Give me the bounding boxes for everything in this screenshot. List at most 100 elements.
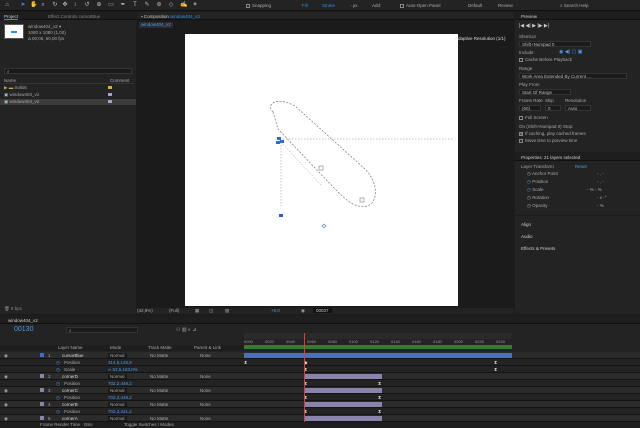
label-color-swatch[interactable] [40,416,44,420]
search-help[interactable]: ⌕ Search Help [560,3,589,8]
prop-value[interactable]: - % - % [587,187,602,192]
snapshot-icon[interactable]: ◉ [301,308,305,314]
timeline-timecode[interactable]: 00130 [14,326,33,333]
align-panel-tab[interactable]: Align [521,222,531,228]
property-value[interactable]: ∞ 53,5,153,0% [108,367,138,372]
move-time-checkbox[interactable]: Move time to preview time [519,138,577,144]
eraser-tool-icon[interactable]: ◇ [168,2,174,8]
hand-tool-icon[interactable]: ✋ [30,2,37,8]
exposure-value[interactable]: +0,0 [271,308,280,313]
label-color-swatch[interactable] [40,402,44,406]
prop-value[interactable]: - x -° [597,195,607,200]
play-from-select[interactable]: Start Of Range [519,89,571,95]
graph-editor-icon[interactable]: ⊿ [192,327,196,333]
track-matte-select[interactable]: No Matte [150,416,168,421]
zoom-dropdown[interactable]: (42,8%) [137,308,153,313]
blend-mode-select[interactable]: Normal [108,416,127,421]
quality-dropdown[interactable]: (Full) [169,308,179,313]
property-value[interactable]: 314,5,146,8 [108,360,132,365]
current-time-indicator[interactable] [304,333,305,422]
current-time-display[interactable]: 00037 [313,308,332,313]
trash-icon[interactable]: 🗑 [4,306,11,311]
track-matte-select[interactable]: No Matte [150,402,168,407]
col-layer-name[interactable]: Layer Name [58,345,83,350]
keyframe-icon[interactable]: ⧗ [378,409,381,414]
type-tool-icon[interactable]: T [132,2,138,8]
timeline-layer-row[interactable]: ◉ 2 cornerD Normal No Matte None [0,373,640,380]
transparency-icon[interactable]: ▧ [225,308,229,314]
layer-name[interactable]: cornerD [62,374,78,379]
blend-mode-select[interactable]: Normal [108,388,127,393]
cache-checkbox[interactable]: Cache Before Playback [519,57,572,63]
keyframe-icon[interactable]: ⧗ [244,360,247,365]
layer-search-input[interactable]: ⌕ [66,327,138,333]
snapping-toggle[interactable]: Snapping [246,3,271,8]
anchor-tool-icon[interactable]: ⊕ [96,2,102,8]
shortcut-select[interactable]: Shift+Numpad 0 [519,41,591,47]
parent-select[interactable]: None [200,402,211,407]
zoom-tool-icon[interactable]: ⌕ [40,2,46,8]
prop-value[interactable]: - , - [597,179,604,184]
timeline-property-row[interactable]: ◷ Position 702,2,448,2 ⧗ ⧗ [0,380,640,387]
comp-canvas[interactable] [185,34,458,306]
timeline-property-row[interactable]: ◷ Position 702,2,431,2 ⧗ ⧗ [0,408,640,415]
timeline-layer-row[interactable]: ◉ 4 cornerB Normal No Matte None [0,401,640,408]
bpc-label[interactable]: 8 bpc [11,306,22,311]
timeline-property-row[interactable]: ◷ Position 702,2,448,2 ⧗ ⧗ [0,394,640,401]
layer-duration-bar[interactable] [304,416,382,421]
add-label[interactable]: Add: [372,3,381,8]
parent-select[interactable]: None [200,353,211,358]
prop-value[interactable]: - % [597,203,604,208]
parent-select[interactable]: None [200,416,211,421]
blend-mode-select[interactable]: Normal [108,353,127,358]
last-frame-icon[interactable]: ▶| [544,23,549,29]
workspace-default[interactable]: Default [468,3,482,8]
audio-icon[interactable]: ◀) [565,49,572,55]
timeline-layer-row[interactable]: ◉ 5 cornerA Normal No Matte None [0,415,640,422]
mask-icon[interactable]: ◫ [209,308,213,314]
range-select[interactable]: Work Area Extended By Current ... [519,73,627,79]
selection-tool-icon[interactable]: ➤ [20,2,26,8]
timeline-layer-row[interactable]: ◉ 1 cursorBlue Normal No Matte None [0,352,640,359]
tab-project[interactable]: Project [4,14,19,20]
resolution-select[interactable]: Auto [565,105,591,111]
col-name[interactable]: Name [4,78,16,83]
toggle-switches-button[interactable]: Toggle Switches / Modes [124,422,174,427]
col-comment[interactable]: Comment [110,78,130,83]
audio-panel-tab[interactable]: Audio [521,234,533,240]
roto-tool-icon[interactable]: ✍ [180,2,187,8]
stroke-width-value[interactable]: - px [350,3,358,8]
timeline-property-row[interactable]: ◷ Scale ∞ 53,5,153,0% ⧗ ⧗ [0,366,640,373]
keyframe-icon[interactable]: ⧗ [494,360,497,365]
stroke-label[interactable]: Stroke [322,3,335,8]
layer-name[interactable]: cornerC [62,388,78,393]
full-screen-checkbox[interactable]: Full Screen [519,115,548,121]
timeline-layer-row[interactable]: ◉ 3 cornerC Normal No Matte None [0,387,640,394]
pen-tool-icon[interactable]: ✒ [120,2,126,8]
grid-icon[interactable]: ▦ [195,308,199,314]
layer-name[interactable]: cornerB [62,402,78,407]
brush-tool-icon[interactable]: ✎ [144,2,150,8]
keyframe-icon[interactable]: ⧗ [378,381,381,386]
cursor-layer-handle[interactable] [275,136,287,146]
project-item[interactable]: ▶ ▬ Solids [4,85,134,91]
effects-presets-panel-tab[interactable]: Effects & Presets [521,246,555,252]
auto-open-toggle[interactable]: Auto-Open Panel [400,3,441,8]
puppet-tool-icon[interactable]: ✶ [192,2,198,8]
track-matte-select[interactable]: No Matte [150,353,168,358]
keyframe-icon[interactable]: ⧗ [494,367,497,372]
label-color-swatch[interactable] [40,374,44,378]
track-matte-select[interactable]: No Matte [150,388,168,393]
timeline-property-row[interactable]: ◷ Position 314,5,146,8 ⧗ ◆ ⧗ [0,359,640,366]
home-icon[interactable]: ⌂ [4,2,10,8]
project-item[interactable]: ▣ window404_v1 [4,92,134,98]
prop-value[interactable]: - , - [597,171,604,176]
property-value[interactable]: 702,2,448,2 [108,381,132,386]
layer-duration-bar[interactable] [304,388,382,393]
orbit-tool-icon[interactable]: ↻ [52,2,58,8]
layer-controls-icon[interactable]: ▣ [578,49,583,55]
label-color-swatch[interactable] [40,353,44,357]
tab-composition[interactable]: ▪ Composition window404_v2 [141,14,200,19]
rectangle-tool-icon[interactable]: ▭ [108,2,114,8]
layer-name[interactable]: cornerA [62,416,78,421]
